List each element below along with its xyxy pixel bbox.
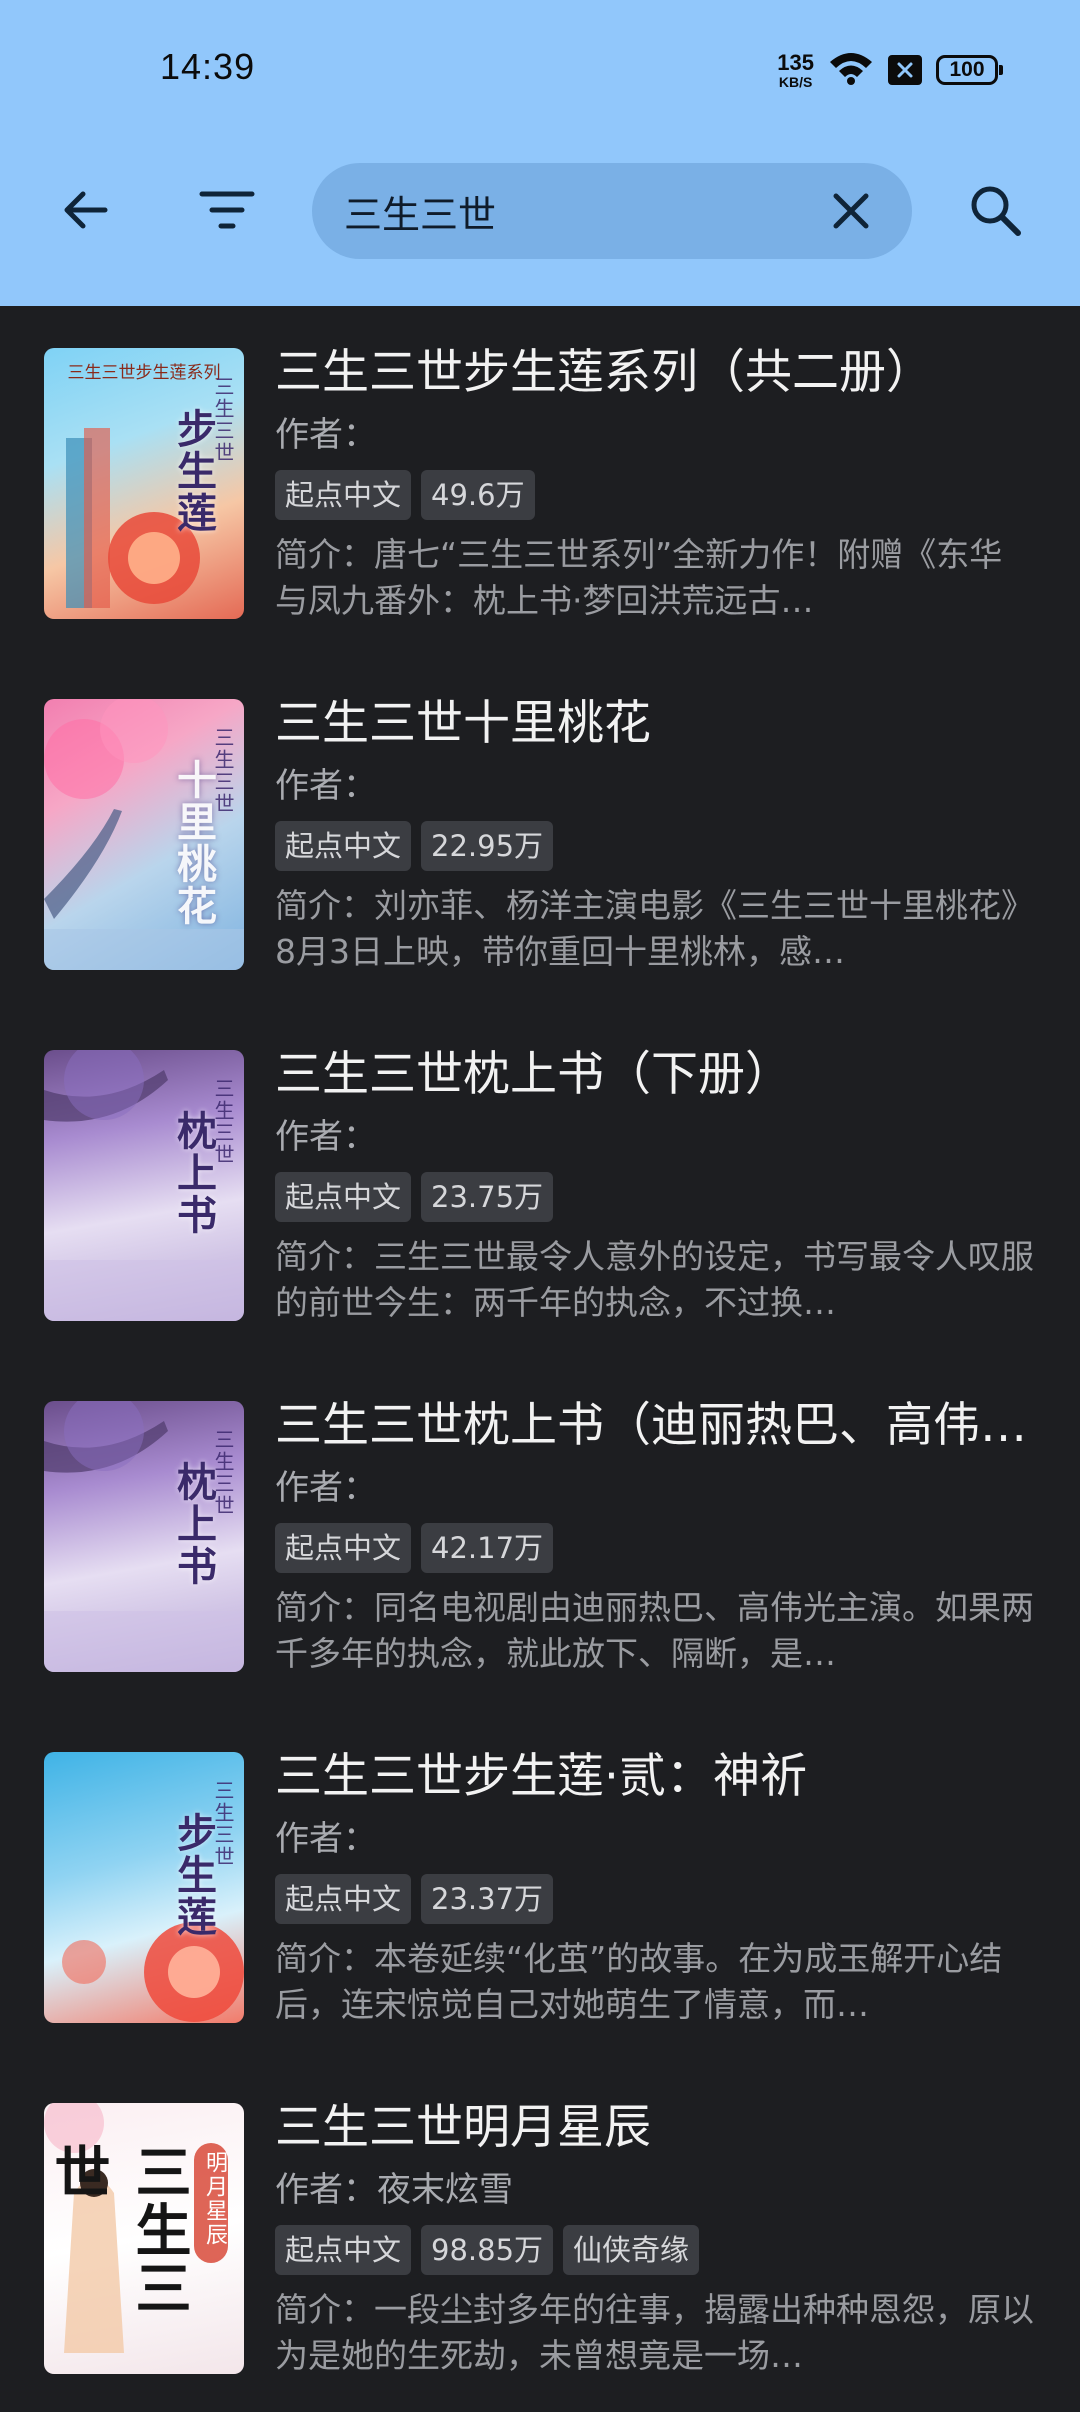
book-cover: 十里桃花 三生三世 bbox=[44, 699, 244, 970]
search-input[interactable] bbox=[344, 163, 804, 259]
book-cover: 枕上书 三生三世 bbox=[44, 1050, 244, 1321]
tag-word-count: 23.37万 bbox=[421, 1874, 554, 1924]
tag-source: 起点中文 bbox=[275, 1523, 412, 1573]
cover-subtitle-text: 三生三世 bbox=[211, 1429, 235, 1517]
cover-title-text: 三生三世 bbox=[45, 2143, 192, 2317]
clear-button[interactable] bbox=[816, 176, 886, 246]
search-button[interactable] bbox=[950, 165, 1040, 255]
battery-indicator: 100 bbox=[936, 55, 1003, 85]
net-speed-unit: KB/S bbox=[778, 73, 813, 90]
book-list-item[interactable]: 步生莲 三生三世 三生三世步生莲·贰：神祈 作者： 起点中文 23.37万 简介… bbox=[0, 1710, 1080, 2061]
filter-icon bbox=[199, 191, 255, 229]
tag-source: 起点中文 bbox=[275, 1172, 412, 1222]
book-author: 作者： bbox=[275, 1819, 377, 1859]
book-author: 作者： bbox=[275, 1468, 377, 1508]
status-icons: 135 KB/S 100 bbox=[777, 49, 1003, 90]
no-sim-icon bbox=[888, 55, 922, 85]
tag-genre: 仙侠奇缘 bbox=[563, 2225, 700, 2275]
book-cover: 步生莲 三生三世 bbox=[44, 1752, 244, 2023]
book-intro: 简介：一段尘封多年的往事，揭露出种种恩怨，原以为是她的生死劫，未曾想竟是一场… bbox=[275, 2290, 1034, 2375]
book-intro: 简介：三生三世最令人意外的设定，书写最令人叹服的前世今生：两千年的执念，不过换… bbox=[275, 1237, 1034, 1322]
book-intro: 简介：同名电视剧由迪丽热巴、高伟光主演。如果两千多年的执念，就此放下、隔断，是… bbox=[275, 1588, 1034, 1673]
wifi-icon bbox=[828, 50, 874, 90]
book-list-item[interactable]: 枕上书 三生三世 三生三世枕上书（迪丽热巴、高伟光主演） 作者： 起点中文 42… bbox=[0, 1359, 1080, 1710]
book-title: 三生三世十里桃花 bbox=[275, 696, 651, 751]
cover-subtitle-text: 三生三世 bbox=[211, 376, 235, 464]
book-title: 三生三世步生莲·贰：神祈 bbox=[275, 1749, 807, 1804]
cover-subtitle-text: 三生三世 bbox=[211, 1780, 235, 1868]
book-title: 三生三世步生莲系列（共二册） bbox=[275, 345, 933, 400]
back-button[interactable] bbox=[40, 165, 130, 255]
search-icon bbox=[971, 186, 1021, 236]
book-intro: 简介：刘亦菲、杨洋主演电影《三生三世十里桃花》8月3日上映，带你重回十里桃林，感… bbox=[275, 886, 1034, 971]
book-cover: 枕上书 三生三世 bbox=[44, 1401, 244, 1672]
cover-subtitle-text: 明月星辰 bbox=[202, 2151, 227, 2247]
tag-word-count: 23.75万 bbox=[421, 1172, 554, 1222]
book-list-item[interactable]: 十里桃花 三生三世 三生三世十里桃花 作者： 起点中文 22.95万 简介：刘亦… bbox=[0, 657, 1080, 1008]
back-arrow-icon bbox=[64, 191, 108, 229]
book-author: 作者： bbox=[275, 1117, 377, 1157]
tag-word-count: 22.95万 bbox=[421, 821, 554, 871]
book-list-item[interactable]: 枕上书 三生三世 三生三世枕上书（下册） 作者： 起点中文 23.75万 简介：… bbox=[0, 1008, 1080, 1359]
cover-subtitle-text: 三生三世 bbox=[211, 727, 235, 815]
book-title: 三生三世枕上书（迪丽热巴、高伟光主演） bbox=[275, 1398, 1035, 1453]
filter-button[interactable] bbox=[182, 165, 272, 255]
book-tags: 起点中文 22.95万 bbox=[275, 821, 554, 871]
tag-source: 起点中文 bbox=[275, 1874, 412, 1924]
book-tags: 起点中文 23.37万 bbox=[275, 1874, 554, 1924]
app-bar: 14:39 135 KB/S 100 bbox=[0, 0, 1080, 306]
tag-source: 起点中文 bbox=[275, 470, 412, 520]
book-intro: 简介：本卷延续“化茧”的故事。在为成玉解开心结后，连宋惊觉自己对她萌生了情意，而… bbox=[275, 1939, 1003, 2024]
book-author: 作者： bbox=[275, 415, 377, 455]
search-box[interactable] bbox=[312, 163, 912, 259]
book-intro: 简介：唐七“三生三世系列”全新力作！附赠《东华与凤九番外：枕上书·梦回洪荒远古… bbox=[275, 535, 1003, 620]
book-author: 作者： bbox=[275, 766, 377, 806]
tag-source: 起点中文 bbox=[275, 2225, 412, 2275]
status-time: 14:39 bbox=[160, 46, 256, 87]
book-tags: 起点中文 98.85万 仙侠奇缘 bbox=[275, 2225, 700, 2275]
clear-icon bbox=[833, 193, 869, 229]
book-cover: 三生三世步生莲系列 步生莲 三生三世 bbox=[44, 348, 244, 619]
book-cover: 三生三世 明月星辰 bbox=[44, 2103, 244, 2374]
cover-subtitle-text: 三生三世 bbox=[211, 1078, 235, 1166]
book-list-item[interactable]: 三生三世 明月星辰 三生三世明月星辰 作者：夜末炫雪 起点中文 98.85万 仙… bbox=[0, 2061, 1080, 2412]
net-speed-value: 135 bbox=[777, 49, 814, 75]
book-list-item[interactable]: 三生三世步生莲系列 步生莲 三生三世 三生三世步生莲系列（共二册） 作者： 起点… bbox=[0, 306, 1080, 657]
book-title: 三生三世明月星辰 bbox=[275, 2100, 651, 2155]
tag-word-count: 49.6万 bbox=[421, 470, 535, 520]
book-author: 作者：夜末炫雪 bbox=[275, 2170, 513, 2210]
book-title: 三生三世枕上书（下册） bbox=[275, 1047, 792, 1102]
book-tags: 起点中文 23.75万 bbox=[275, 1172, 554, 1222]
tag-word-count: 98.85万 bbox=[421, 2225, 554, 2275]
book-tags: 起点中文 42.17万 bbox=[275, 1523, 554, 1573]
tag-source: 起点中文 bbox=[275, 821, 412, 871]
book-tags: 起点中文 49.6万 bbox=[275, 470, 535, 520]
tag-word-count: 42.17万 bbox=[421, 1523, 554, 1573]
net-speed: 135 KB/S bbox=[777, 49, 814, 90]
